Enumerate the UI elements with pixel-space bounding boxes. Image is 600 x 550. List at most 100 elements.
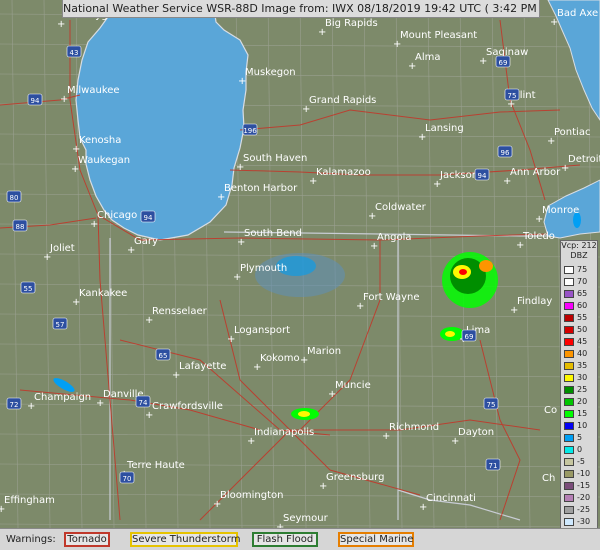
city-label: Bloomington xyxy=(220,490,283,501)
warnings-bar: Warnings: Tornado Severe Thunderstorm Flas… xyxy=(0,528,600,550)
city-label: Pontiac xyxy=(554,127,590,138)
highway-number: 75 xyxy=(487,401,496,409)
city-label: Effingham xyxy=(4,495,55,506)
city-label: Cincinnati xyxy=(426,493,476,504)
legend-level: -20 xyxy=(577,493,591,502)
city-label: Fort Wayne xyxy=(363,292,420,303)
legend-unit: DBZ xyxy=(570,251,588,260)
city-label: Marion xyxy=(307,346,341,357)
legend-row: 20 xyxy=(562,397,598,407)
legend-level: -30 xyxy=(577,517,591,526)
highway-number: 57 xyxy=(56,321,65,329)
legend-swatch xyxy=(564,470,574,478)
legend-level: 30 xyxy=(577,373,588,382)
highway-shield: 94 xyxy=(140,210,156,223)
city-label: Greensburg xyxy=(326,472,384,483)
lake-michigan xyxy=(75,0,249,241)
legend-level: 15 xyxy=(577,409,588,418)
highway-shield: 96 xyxy=(497,145,513,158)
legend-level: 5 xyxy=(577,433,583,442)
legend-level: 10 xyxy=(577,421,588,430)
highway-shield: 75 xyxy=(504,88,520,101)
highway-number: 74 xyxy=(139,399,148,407)
city-label: Monroe xyxy=(542,205,579,216)
legend-swatch xyxy=(564,314,574,322)
legend-level: -10 xyxy=(577,469,591,478)
highway-shield: 71 xyxy=(485,458,501,471)
partial-city-label: Co xyxy=(544,405,557,416)
highway-shield: 69 xyxy=(495,55,511,68)
legend-row: 10 xyxy=(562,421,598,431)
city-label: Kenosha xyxy=(79,135,121,146)
legend-swatch xyxy=(564,302,574,310)
legend-level: -15 xyxy=(577,481,591,490)
highway-shield: 55 xyxy=(20,281,36,294)
city-label: Muncie xyxy=(335,380,371,391)
highway-number: 69 xyxy=(465,333,474,341)
legend-row: -20 xyxy=(562,493,598,503)
highway-number: 43 xyxy=(70,49,79,57)
legend-row: 55 xyxy=(562,313,598,323)
city-label: Joliet xyxy=(49,243,75,254)
highway-shield: 80 xyxy=(6,190,22,203)
legend-swatch xyxy=(564,422,574,430)
legend-swatch xyxy=(564,410,574,418)
legend-level: 0 xyxy=(577,445,583,454)
legend-level: 75 xyxy=(577,265,588,274)
warning-toggle-tornado[interactable]: Tornado xyxy=(64,532,110,547)
legend-row: -5 xyxy=(562,457,598,467)
city-label: Terre Haute xyxy=(126,460,185,471)
legend-swatch xyxy=(564,518,574,526)
city-label: South Haven xyxy=(243,153,307,164)
highway-number: 80 xyxy=(10,194,19,202)
warning-toggle-severe-thunderstorm[interactable]: Severe Thunderstorm xyxy=(130,532,240,547)
legend-level: 35 xyxy=(577,361,588,370)
highway-number: 75 xyxy=(508,92,517,100)
legend-row: 40 xyxy=(562,349,598,359)
legend-swatch xyxy=(564,290,574,298)
legend-row: 25 xyxy=(562,385,598,395)
page-title: National Weather Service WSR-88D Image f… xyxy=(62,0,540,18)
city-label: Chicago xyxy=(97,210,137,221)
legend-row: 75 xyxy=(562,265,598,275)
warning-toggle-flash-flood[interactable]: Flash Flood xyxy=(252,532,318,547)
city-label: Kankakee xyxy=(79,288,127,299)
legend-row: 70 xyxy=(562,277,598,287)
warning-toggle-special-marine[interactable]: Special Marine xyxy=(338,532,414,547)
highway-shield: 88 xyxy=(12,219,28,232)
highway-shield: 57 xyxy=(52,317,68,330)
legend-swatch xyxy=(564,506,574,514)
legend-row: -30 xyxy=(562,517,598,527)
legend-swatch xyxy=(564,386,574,394)
city-label: South Bend xyxy=(244,228,302,239)
city-label: Indianapolis xyxy=(254,427,314,438)
city-label: Gary xyxy=(134,236,158,247)
city-label: Mount Pleasant xyxy=(400,30,477,41)
highway-number: 72 xyxy=(10,401,19,409)
highway-number: 71 xyxy=(489,462,498,470)
city-label: Detroit xyxy=(568,154,600,165)
legend-row: -15 xyxy=(562,481,598,491)
city-label: Bad Axe xyxy=(557,8,598,19)
legend-level: 40 xyxy=(577,349,588,358)
legend-level: 25 xyxy=(577,385,588,394)
legend-swatch xyxy=(564,434,574,442)
city-label: Rensselaer xyxy=(152,306,208,317)
legend-row: 60 xyxy=(562,301,598,311)
legend-swatch xyxy=(564,482,574,490)
highway-number: 94 xyxy=(478,172,487,180)
legend-level: 70 xyxy=(577,277,588,286)
legend-row: 30 xyxy=(562,373,598,383)
highway-shield: 69 xyxy=(461,329,477,342)
city-label: Muskegon xyxy=(245,67,296,78)
highway-shield: 196 xyxy=(242,123,258,136)
legend-level: 60 xyxy=(577,301,588,310)
legend-row: 15 xyxy=(562,409,598,419)
highway-number: 94 xyxy=(31,97,40,105)
legend-vcp: Vcp: 212 xyxy=(561,241,597,250)
legend-row: 0 xyxy=(562,445,598,455)
dbz-legend: Vcp: 212 DBZ 75 70 65 60 55 50 45 40 35 30 25 20 15 1… xyxy=(560,240,598,540)
city-label: Big Rapids xyxy=(325,18,378,29)
city-label: Jackson xyxy=(439,170,478,181)
city-label: Toledo xyxy=(522,231,555,242)
